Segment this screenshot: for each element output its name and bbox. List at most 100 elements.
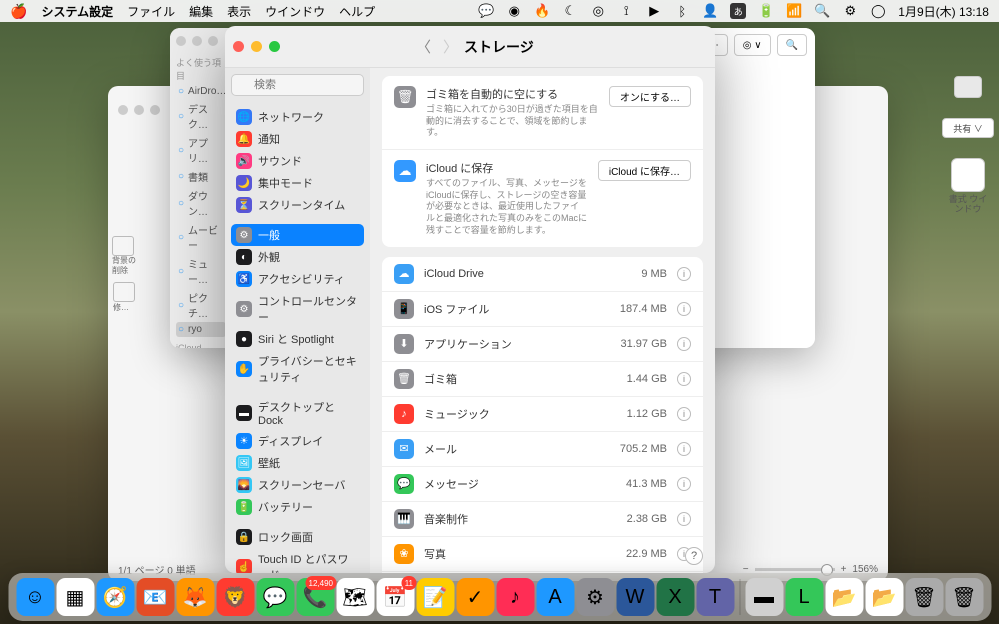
storage-row[interactable]: ☁iCloud Drive9 MBi bbox=[382, 257, 703, 291]
settings-sidebar-item[interactable]: 🔊サウンド bbox=[231, 150, 364, 172]
bluetooth-icon[interactable]: ᛒ bbox=[674, 3, 690, 19]
finder-sidebar-item[interactable]: ○AirDro… bbox=[176, 84, 226, 99]
storage-row[interactable]: 🎹音楽制作2.38 GBi bbox=[382, 501, 703, 536]
settings-sidebar-item[interactable]: 🌐ネットワーク bbox=[231, 106, 364, 128]
dock-app[interactable]: 📂 bbox=[825, 578, 863, 616]
settings-sidebar-item[interactable]: ⚙コントロールセンター bbox=[231, 290, 364, 328]
toolbar-link-icon[interactable] bbox=[945, 76, 991, 98]
settings-sidebar-item[interactable]: ◐外観 bbox=[231, 246, 364, 268]
settings-search-input[interactable] bbox=[231, 74, 364, 96]
play-icon[interactable]: ▶ bbox=[646, 3, 662, 19]
dock-app[interactable]: 🗑 bbox=[945, 578, 983, 616]
close-button[interactable] bbox=[233, 41, 244, 52]
dock-app[interactable]: ▬ bbox=[745, 578, 783, 616]
info-icon[interactable]: i bbox=[677, 337, 691, 351]
format-window-icon[interactable]: 書式 ウインドウ bbox=[945, 158, 991, 215]
control-center-icon[interactable]: ⚙ bbox=[842, 3, 858, 19]
share-button[interactable]: 共有 ∨ bbox=[945, 118, 991, 138]
storage-row[interactable]: 🗑ゴミ箱1.44 GBi bbox=[382, 361, 703, 396]
storage-row[interactable]: ❀写真22.9 MBi bbox=[382, 536, 703, 571]
settings-sidebar-item[interactable]: ☀ディスプレイ bbox=[231, 430, 364, 452]
settings-sidebar-item[interactable]: 🖼壁紙 bbox=[231, 452, 364, 474]
menu-edit[interactable]: 編集 bbox=[189, 3, 213, 20]
search-icon[interactable]: 🔍 bbox=[814, 3, 830, 19]
dock-app[interactable]: 📂 bbox=[865, 578, 903, 616]
menubar-app-icon[interactable]: 🔥 bbox=[534, 3, 550, 19]
settings-sidebar-item[interactable]: ☝Touch ID とパスワード bbox=[231, 548, 364, 573]
finder-search-btn[interactable]: 🔍 bbox=[777, 34, 807, 56]
dock-app[interactable]: T bbox=[696, 578, 734, 616]
settings-sidebar-item[interactable]: ♿アクセシビリティ bbox=[231, 268, 364, 290]
dock-app[interactable]: 📞12,490 bbox=[296, 578, 334, 616]
settings-sidebar-item[interactable]: 🔋バッテリー bbox=[231, 496, 364, 518]
input-source-icon[interactable]: あ bbox=[730, 3, 746, 19]
info-icon[interactable]: i bbox=[677, 442, 691, 456]
menu-window[interactable]: ウインドウ bbox=[265, 3, 325, 20]
menu-file[interactable]: ファイル bbox=[127, 3, 175, 20]
dock-app[interactable]: 🧭 bbox=[96, 578, 134, 616]
info-icon[interactable]: i bbox=[677, 302, 691, 316]
rec-action-button[interactable]: iCloud に保存… bbox=[598, 160, 691, 181]
info-icon[interactable]: i bbox=[677, 512, 691, 526]
finder-sidebar-item[interactable]: ○ミュー… bbox=[176, 254, 226, 288]
finder-sidebar-item[interactable]: ○ムービー bbox=[176, 220, 226, 254]
dock-app[interactable]: 🗺 bbox=[336, 578, 374, 616]
apple-menu[interactable]: 🍎 bbox=[10, 3, 27, 20]
finder-sidebar-item[interactable]: ○ピクチ… bbox=[176, 288, 226, 322]
nav-back[interactable]: 〈 bbox=[410, 36, 437, 57]
dock-app[interactable]: ☺ bbox=[16, 578, 54, 616]
user-icon[interactable]: 👤 bbox=[702, 3, 718, 19]
dock-app[interactable]: ✓ bbox=[456, 578, 494, 616]
zoom-button[interactable] bbox=[269, 41, 280, 52]
help-button[interactable]: ? bbox=[685, 547, 703, 565]
airplay-icon[interactable]: ⟟ bbox=[618, 3, 634, 19]
dock-app[interactable]: 📧 bbox=[136, 578, 174, 616]
dock-app[interactable]: ⚙ bbox=[576, 578, 614, 616]
battery-icon[interactable]: 🔋 bbox=[758, 3, 774, 19]
minimize-button[interactable] bbox=[251, 41, 262, 52]
dock-app[interactable]: 🦁 bbox=[216, 578, 254, 616]
line-icon[interactable]: 💬 bbox=[478, 3, 494, 19]
finder-sidebar-item[interactable]: ○ダウン… bbox=[176, 186, 226, 220]
battery-widget-icon[interactable]: ◎ bbox=[590, 3, 606, 19]
storage-row[interactable]: 📱iOS ファイル187.4 MBi bbox=[382, 291, 703, 326]
finder-sidebar-item[interactable]: ○ryo bbox=[176, 322, 226, 337]
rec-action-button[interactable]: オンにする… bbox=[609, 86, 691, 107]
settings-sidebar-item[interactable]: 🌄スクリーンセーバ bbox=[231, 474, 364, 496]
finder-sidebar-item[interactable]: ○書類 bbox=[176, 167, 226, 186]
shazam-icon[interactable]: ◉ bbox=[506, 3, 522, 19]
settings-sidebar-item[interactable]: ▬デスクトップと Dock bbox=[231, 396, 364, 430]
dnd-icon[interactable]: ☾ bbox=[562, 3, 578, 19]
finder-sidebar-item[interactable]: ○アプリ… bbox=[176, 133, 226, 167]
info-icon[interactable]: i bbox=[677, 477, 691, 491]
storage-row[interactable]: ⬇アプリケーション31.97 GBi bbox=[382, 326, 703, 361]
settings-sidebar-item[interactable]: ✋プライバシーとセキュリティ bbox=[231, 350, 364, 388]
storage-row[interactable]: ✉メール705.2 MBi bbox=[382, 431, 703, 466]
settings-sidebar-item[interactable]: ⚙一般 bbox=[231, 224, 364, 246]
dock-app[interactable]: X bbox=[656, 578, 694, 616]
dock-app[interactable]: 🗑 bbox=[905, 578, 943, 616]
storage-row[interactable]: ♪ミュージック1.12 GBi bbox=[382, 396, 703, 431]
wifi-icon[interactable]: 📶 bbox=[786, 3, 802, 19]
settings-sidebar-item[interactable]: 🌙集中モード bbox=[231, 172, 364, 194]
finder-toolbar-btn[interactable]: ◎ ∨ bbox=[734, 34, 771, 56]
dock-app[interactable]: L bbox=[785, 578, 823, 616]
dock-app[interactable]: 📅11 bbox=[376, 578, 414, 616]
dock-app[interactable]: 💬 bbox=[256, 578, 294, 616]
menubar-datetime[interactable]: 1月9日(木) 13:18 bbox=[898, 3, 989, 20]
dock-app[interactable]: W bbox=[616, 578, 654, 616]
zoom-slider[interactable] bbox=[755, 568, 835, 571]
settings-sidebar-item[interactable]: 🔒ロック画面 bbox=[231, 526, 364, 548]
dock-app[interactable]: 📝 bbox=[416, 578, 454, 616]
settings-sidebar-item[interactable]: ●Siri と Spotlight bbox=[231, 328, 364, 350]
nav-forward[interactable]: 〉 bbox=[437, 36, 464, 57]
storage-row[interactable]: 💬メッセージ41.3 MBi bbox=[382, 466, 703, 501]
dock-app[interactable]: 🦊 bbox=[176, 578, 214, 616]
settings-sidebar-item[interactable]: ⏳スクリーンタイム bbox=[231, 194, 364, 216]
dock-app[interactable]: A bbox=[536, 578, 574, 616]
siri-icon[interactable]: ◯ bbox=[870, 3, 886, 19]
info-icon[interactable]: i bbox=[677, 407, 691, 421]
dock-app[interactable]: ♪ bbox=[496, 578, 534, 616]
app-menu[interactable]: システム設定 bbox=[41, 3, 113, 20]
finder-sidebar-item[interactable]: ○デスク… bbox=[176, 99, 226, 133]
